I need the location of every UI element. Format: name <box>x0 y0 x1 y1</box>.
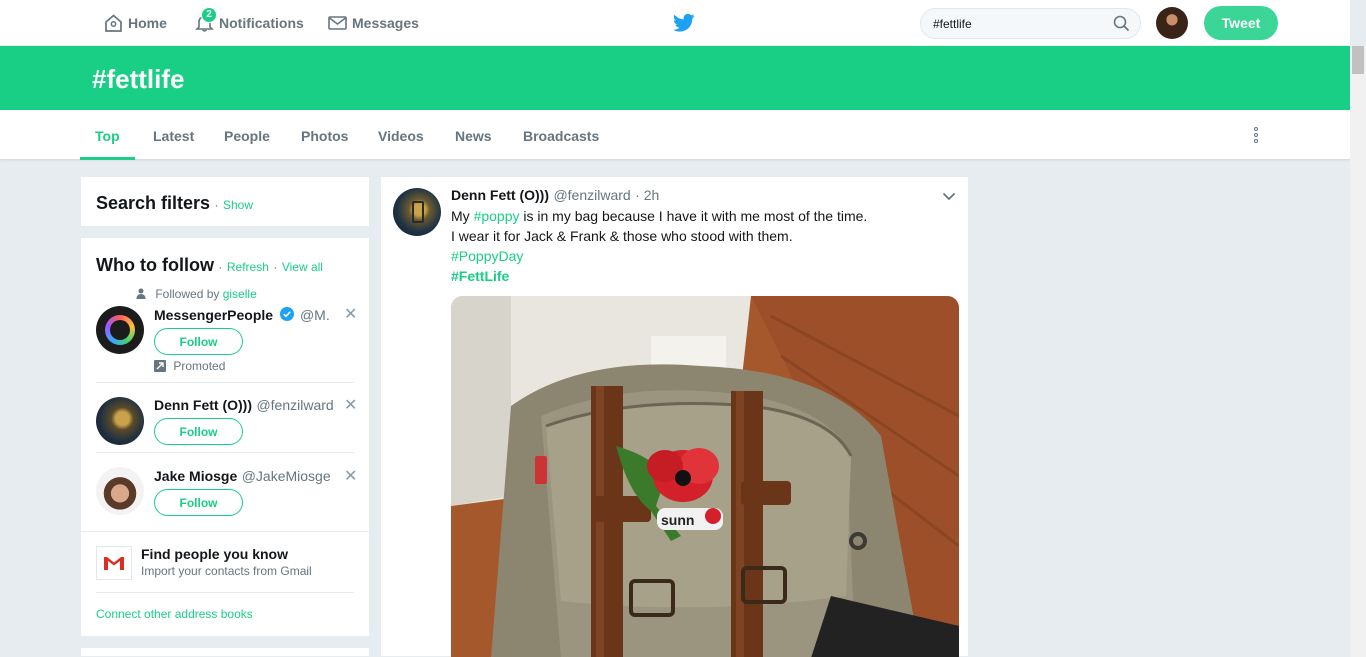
tweet-timestamp[interactable]: · 2h <box>635 187 659 203</box>
search-icon[interactable] <box>1113 15 1130 32</box>
account-name[interactable]: Denn Fett (O))) <box>154 397 252 413</box>
tab-news[interactable]: News <box>455 110 492 160</box>
twitter-bird-icon[interactable] <box>673 13 695 33</box>
view-all-link[interactable]: View all <box>282 260 323 274</box>
tweet[interactable]: Denn Fett (O))) @fenzilward · 2h My #pop… <box>380 176 969 657</box>
find-people-title[interactable]: Find people you know <box>141 546 288 562</box>
tab-people[interactable]: People <box>224 110 270 160</box>
account-handle: @M... <box>299 307 329 323</box>
divider <box>96 452 354 453</box>
verified-badge-icon <box>279 307 294 321</box>
backpack-poppy-photo: sunn <box>451 296 959 657</box>
avatar[interactable] <box>96 397 144 445</box>
more-options-icon[interactable] <box>1253 127 1259 143</box>
account-name[interactable]: Jake Miosge <box>154 468 237 484</box>
search-tabs: Top Latest People Photos Videos News Bro… <box>0 110 1350 160</box>
search-filters-show-link[interactable]: Show <box>223 198 253 212</box>
promoted-label: Promoted <box>154 359 225 373</box>
who-to-follow-card: Who to follow · Refresh · View all Follo… <box>80 237 370 637</box>
chevron-down-icon[interactable] <box>942 192 956 201</box>
scrollbar-track[interactable] <box>1350 46 1366 657</box>
search-filters-card: Search filters · Show <box>80 176 370 227</box>
nav-home-label: Home <box>128 15 167 31</box>
follow-button[interactable]: Follow <box>154 489 243 516</box>
tab-latest[interactable]: Latest <box>153 110 194 160</box>
tweet-header: Denn Fett (O))) @fenzilward · 2h <box>451 187 659 205</box>
divider <box>96 382 354 383</box>
nav-messages[interactable]: Messages <box>328 0 419 46</box>
followed-by-context: Followed by giselle <box>136 287 257 301</box>
scrollbar-thumb[interactable] <box>1352 46 1364 74</box>
connect-address-books-link[interactable]: Connect other address books <box>96 607 253 621</box>
tweet-button[interactable]: Tweet <box>1204 6 1278 40</box>
top-navigation-bar: Home 2 Notifications Messages Tweet <box>0 0 1350 46</box>
divider <box>81 531 369 532</box>
refresh-link[interactable]: Refresh <box>227 260 269 274</box>
page-title: #fettlife <box>92 64 185 94</box>
trends-card <box>80 647 370 657</box>
user-avatar[interactable] <box>1156 7 1188 39</box>
tab-videos[interactable]: Videos <box>378 110 424 160</box>
followed-by-user-link[interactable]: giselle <box>223 287 257 301</box>
tweet-author-handle[interactable]: @fenzilward <box>553 187 630 203</box>
person-icon <box>136 288 146 299</box>
nav-notifications[interactable]: 2 Notifications <box>195 0 304 46</box>
dismiss-icon[interactable]: ✕ <box>344 469 357 485</box>
follow-button[interactable]: Follow <box>154 328 243 355</box>
tweet-author-avatar[interactable] <box>393 188 441 236</box>
search-header: #fettlife <box>0 46 1350 110</box>
account-name[interactable]: MessengerPeople <box>154 307 273 323</box>
tab-photos[interactable]: Photos <box>301 110 348 160</box>
tweet-text: My #poppy is in my bag because I have it… <box>451 206 951 286</box>
nav-home[interactable]: Home <box>104 0 167 46</box>
follow-button[interactable]: Follow <box>154 418 243 445</box>
account-handle: @fenzilward <box>256 397 334 413</box>
hashtag-link[interactable]: #FettLife <box>451 266 951 286</box>
avatar[interactable] <box>96 306 144 354</box>
hashtag-link[interactable]: #PoppyDay <box>451 246 951 266</box>
gmail-icon <box>96 546 132 580</box>
tab-broadcasts[interactable]: Broadcasts <box>523 110 599 160</box>
account-handle: @JakeMiosge <box>241 468 331 484</box>
home-icon <box>105 14 122 32</box>
search-filters-title: Search filters <box>96 193 211 213</box>
tweet-photo[interactable]: sunn <box>451 296 959 657</box>
nav-notifications-label: Notifications <box>219 15 304 31</box>
tweet-author-name[interactable]: Denn Fett (O))) <box>451 187 549 203</box>
dismiss-icon[interactable]: ✕ <box>344 398 357 414</box>
dismiss-icon[interactable]: ✕ <box>344 307 357 323</box>
nav-messages-label: Messages <box>352 15 419 31</box>
hashtag-link[interactable]: #poppy <box>474 208 520 224</box>
divider <box>96 592 354 593</box>
svg-text:sunn: sunn <box>661 512 694 528</box>
envelope-icon <box>328 16 347 30</box>
avatar[interactable] <box>96 467 144 515</box>
promoted-icon <box>154 360 166 372</box>
search-box <box>920 8 1141 39</box>
notifications-badge: 2 <box>201 7 217 23</box>
find-people-subtitle: Import your contacts from Gmail <box>141 564 312 578</box>
search-input[interactable] <box>921 9 1101 38</box>
who-to-follow-title: Who to follow <box>96 255 214 275</box>
tab-top[interactable]: Top <box>80 110 135 160</box>
